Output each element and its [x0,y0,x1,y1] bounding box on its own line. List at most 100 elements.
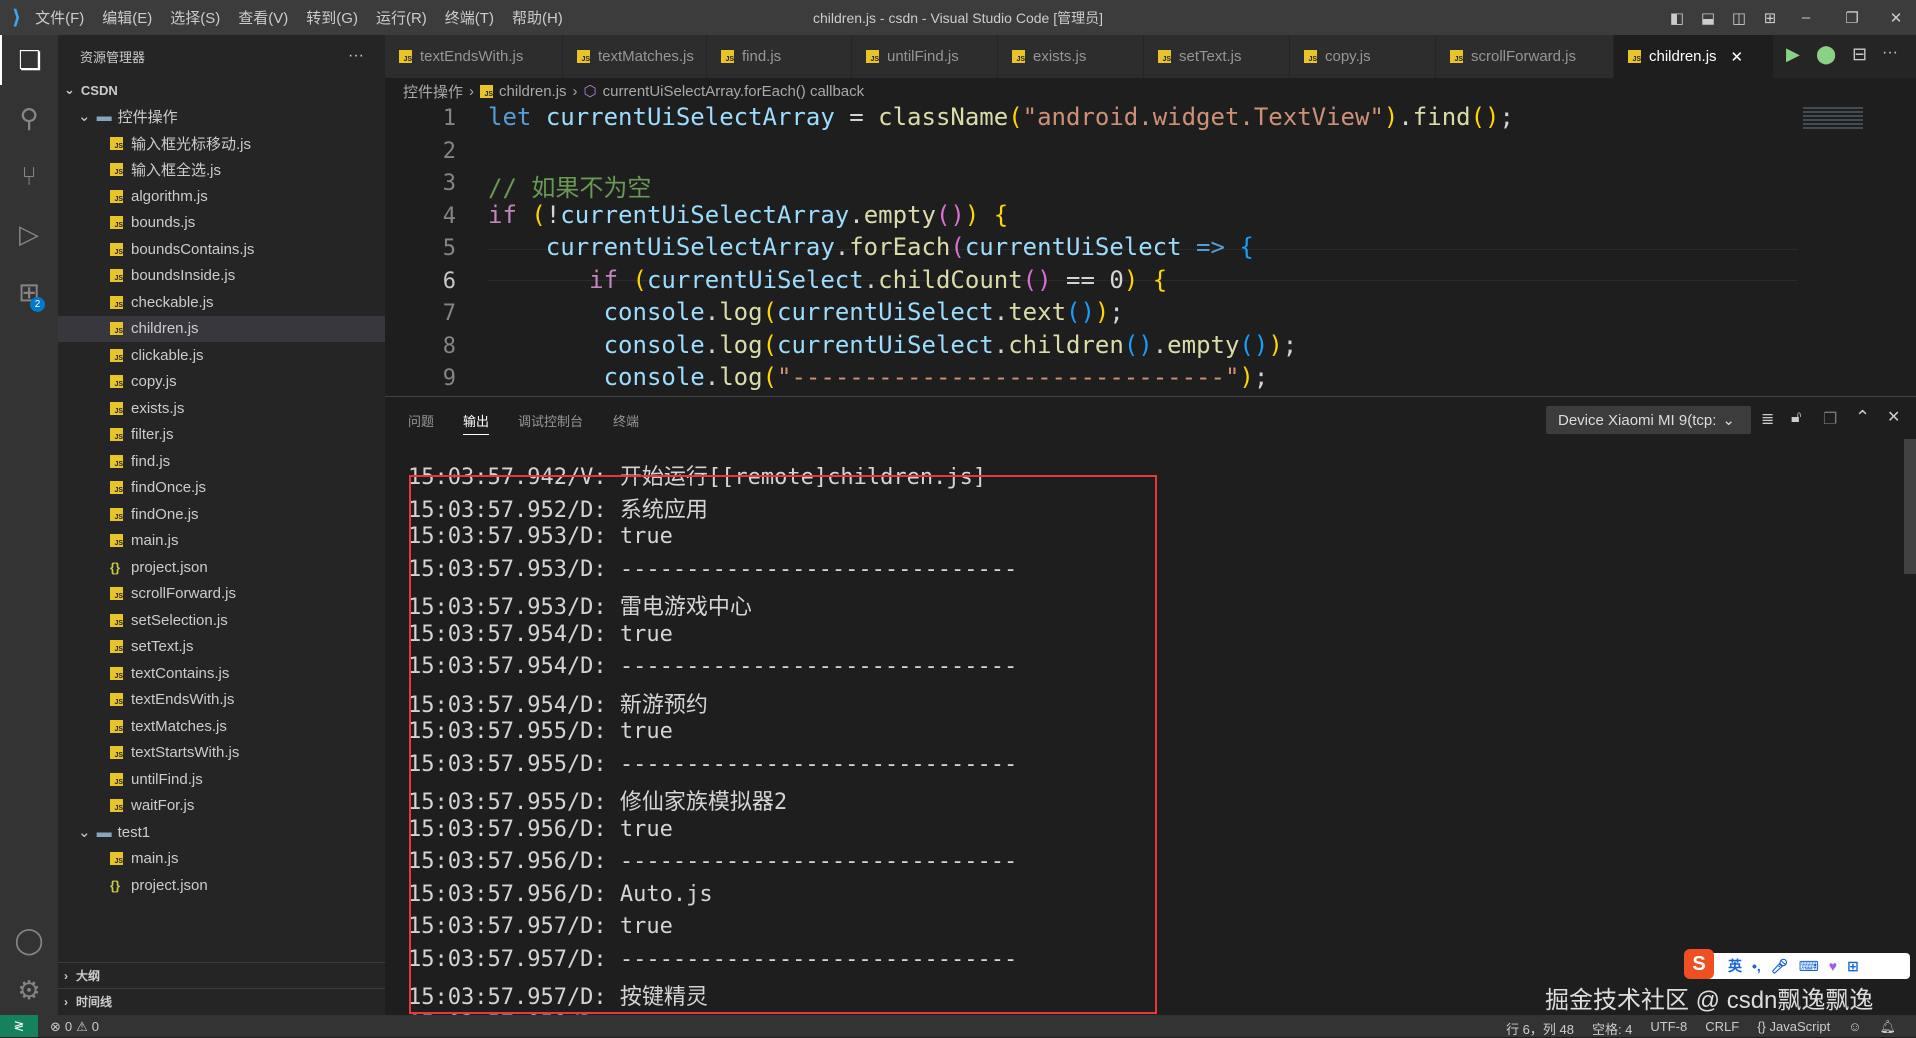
panel-tab[interactable]: 调试控制台 [518,411,583,430]
toggle-secondary-sidebar-icon[interactable]: ◫ [1723,0,1755,35]
menu-item[interactable]: 运行(R) [376,7,427,28]
file-item[interactable]: JS bounds.js [58,210,385,236]
code-line[interactable]: // 如果不为空 [488,168,651,203]
root-folder[interactable]: ⌄ CSDN [58,77,385,103]
split-editor-icon[interactable]: ⊟ [1852,44,1867,65]
file-item[interactable]: JS 输入框光标移动.js [58,130,385,156]
keyboard-icon[interactable]: ⌨ [1799,958,1819,975]
file-item[interactable]: JS children.js [58,315,385,342]
file-item[interactable]: JS waitFor.js [58,793,385,819]
ime-toolbar[interactable]: S 英 •, 🎤︎ ⌨ ♥ ⊞ [1684,949,1910,979]
code-line[interactable]: let currentUiSelectArray = className("an… [488,103,1514,131]
breadcrumb-folder[interactable]: 控件操作 [403,81,463,102]
ime-punct-toggle[interactable]: •, [1752,958,1761,974]
source-control-icon[interactable]: ⑂ [0,151,58,201]
extensions-icon[interactable]: ⊞ 2 [0,267,58,317]
line-ending[interactable]: CRLF [1705,1019,1739,1038]
feedback-icon[interactable]: ☺ [1848,1019,1861,1038]
encoding[interactable]: UTF-8 [1650,1019,1687,1038]
toggle-sidebar-icon[interactable]: ◧ [1661,0,1693,35]
output-channel-select[interactable]: Device Xiaomi MI 9(tcp: ⌄ [1546,406,1751,434]
run-icon[interactable]: ▶ [1786,44,1800,65]
mic-icon[interactable]: 🎤︎ [1771,958,1789,975]
file-item[interactable]: JS boundsContains.js [58,236,385,262]
file-item[interactable]: JS algorithm.js [58,183,385,209]
account-icon[interactable]: ◯ [0,915,58,965]
ime-lang-toggle[interactable]: 英 [1728,956,1742,976]
tab-textEndsWith[interactable]: JS textEndsWith.js [385,35,563,78]
restore-button[interactable]: ❐ [1836,0,1868,35]
file-item[interactable]: JS setText.js [58,634,385,660]
panel-tab[interactable]: 问题 [408,411,434,430]
menu-item[interactable]: 终端(T) [445,7,494,28]
menu-item[interactable]: 编辑(E) [102,7,152,28]
file-item[interactable]: JS textEndsWith.js [58,687,385,713]
file-item[interactable]: JS scrollForward.js [58,581,385,607]
more-actions-icon[interactable]: ··· [348,43,378,69]
tab-copy[interactable]: JS copy.js [1290,35,1436,78]
menu-item[interactable]: 帮助(H) [512,7,563,28]
search-icon[interactable]: ⚲ [0,93,58,143]
code-line[interactable]: console.log("---------------------------… [488,363,1269,391]
indentation[interactable]: 空格: 4 [1592,1019,1632,1038]
panel-tab[interactable]: 终端 [613,411,639,430]
file-item[interactable]: JS setSelection.js [58,607,385,633]
file-item[interactable]: JS checkable.js [58,289,385,315]
file-item[interactable]: JS main.js [58,846,385,872]
file-item[interactable]: JS findOne.js [58,501,385,527]
code-line[interactable]: if (!currentUiSelectArray.empty()) { [488,201,1008,229]
close-window-button[interactable]: ✕ [1880,0,1912,35]
file-item[interactable]: {} project.json [58,872,385,898]
file-item[interactable]: JS untilFind.js [58,766,385,792]
file-item[interactable]: JS copy.js [58,369,385,395]
menu-item[interactable]: 选择(S) [170,7,220,28]
code-line[interactable]: currentUiSelectArray.forEach(currentUiSe… [488,233,1254,261]
file-item[interactable]: JS exists.js [58,395,385,421]
tab-scrollForward[interactable]: JS scrollForward.js [1436,35,1614,78]
lock-scroll-icon[interactable]: 🔓︎ [1791,409,1801,427]
settings-gear-icon[interactable]: ⚙ [0,965,58,1015]
file-item[interactable]: JS clickable.js [58,342,385,368]
tab-textMatches[interactable]: JS textMatches.js [563,35,707,78]
timeline-section[interactable]: › 时间线 [58,988,385,1014]
file-item[interactable]: JS boundsInside.js [58,263,385,289]
tab-setText[interactable]: JS setText.js [1144,35,1290,78]
file-item[interactable]: JS find.js [58,448,385,474]
open-log-icon[interactable]: ❐ [1823,409,1837,429]
file-item[interactable]: JS filter.js [58,422,385,448]
close-tab-icon[interactable]: ✕ [1731,48,1744,66]
file-item[interactable]: JS textContains.js [58,660,385,686]
tab-exists[interactable]: JS exists.js [998,35,1144,78]
close-panel-icon[interactable]: ✕ [1887,407,1900,427]
code-line[interactable]: if (currentUiSelect.childCount() == 0) { [488,266,1167,294]
code-line[interactable]: console.log(currentUiSelect.text()); [488,298,1124,326]
notifications-bell-icon[interactable]: 🔔︎ [1879,1019,1896,1038]
outline-section[interactable]: › 大纲 [58,962,385,988]
run-debug-icon[interactable]: ▷ [0,209,58,259]
problems-status[interactable]: ⊗ 0 ⚠ 0 [50,1019,99,1035]
file-item[interactable]: {} project.json [58,554,385,580]
tab-untilFind[interactable]: JS untilFind.js [852,35,998,78]
code-line[interactable]: console.log(currentUiSelect.children().e… [488,331,1298,359]
more-actions-icon[interactable]: ··· [1882,44,1898,62]
customize-layout-icon[interactable]: ⊞ [1754,0,1786,35]
language-mode[interactable]: {} JavaScript [1757,1019,1830,1038]
tab-children[interactable]: JS children.js ✕ [1614,35,1774,78]
file-item[interactable]: JS textStartsWith.js [58,740,385,766]
menu-item[interactable]: 查看(V) [238,7,288,28]
skin-icon[interactable]: ♥ [1829,958,1837,974]
menu-item[interactable]: 文件(F) [35,7,84,28]
minimap[interactable] [1803,107,1863,131]
breadcrumb-file[interactable]: children.js [499,83,567,100]
breadcrumb-symbol[interactable]: currentUiSelectArray.forEach() callback [603,83,864,100]
explorer-icon[interactable]: ❏ [0,35,58,85]
minimize-button[interactable]: – [1790,0,1822,35]
file-item[interactable]: JS 输入框全选.js [58,157,385,183]
apps-icon[interactable]: ⊞ [1847,958,1859,975]
debug-icon[interactable]: ⬤ [1816,44,1836,65]
file-item[interactable]: JS textMatches.js [58,713,385,739]
folder-controls[interactable]: ⌄ ▬ 控件操作 [58,103,385,129]
file-item[interactable]: JS main.js [58,528,385,554]
remote-indicator-icon[interactable]: ≷ [0,1015,38,1037]
cursor-position[interactable]: 行 6，列 48 [1506,1019,1574,1038]
